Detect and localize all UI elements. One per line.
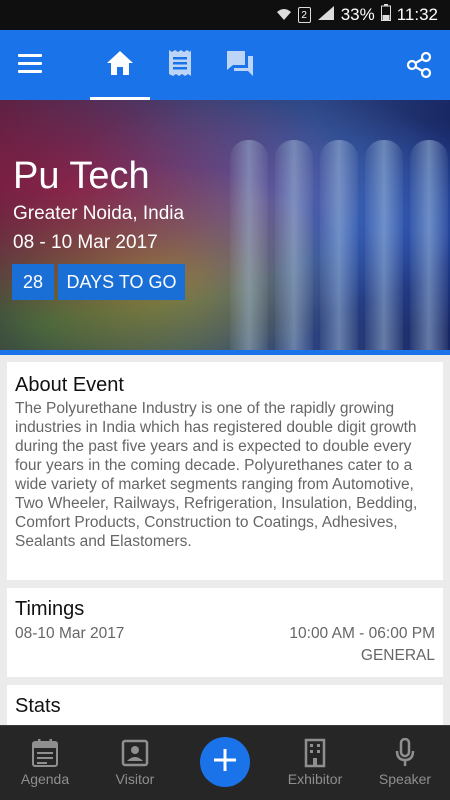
nav-exhibitor[interactable]: Exhibitor — [275, 726, 355, 800]
stats-card: Stats — [7, 685, 443, 725]
timings-card: Timings 08-10 Mar 2017 10:00 AM - 06:00 … — [7, 588, 443, 677]
menu-icon[interactable] — [18, 54, 42, 74]
nav-agenda[interactable]: Agenda — [5, 726, 85, 800]
battery-icon — [380, 4, 391, 26]
event-title: Pu Tech — [13, 155, 150, 197]
status-bar: 2 33% 11:32 — [0, 0, 450, 30]
person-badge-icon — [121, 738, 149, 768]
event-banner: Pu Tech Greater Noida, India 08 - 10 Mar… — [0, 100, 450, 350]
days-to-go-label: DAYS TO GO — [58, 264, 185, 300]
nav-speaker-label: Speaker — [378, 771, 432, 787]
bottom-nav: Agenda Visitor Exhibitor Speaker — [0, 725, 450, 800]
sim-icon: 2 — [297, 7, 311, 23]
tab-info[interactable] — [150, 30, 210, 100]
forum-icon — [225, 49, 255, 82]
nav-visitor[interactable]: Visitor — [95, 726, 175, 800]
about-event-card: About Event The Polyurethane Industry is… — [7, 362, 443, 580]
plus-icon — [212, 747, 238, 778]
wifi-icon — [276, 7, 292, 24]
battery-percent: 33% — [340, 5, 375, 24]
tab-chat[interactable] — [210, 30, 270, 100]
app-bar — [0, 30, 450, 100]
about-text: The Polyurethane Industry is one of the … — [15, 400, 418, 550]
days-count-badge: 28 — [12, 264, 54, 300]
timings-type: GENERAL — [360, 647, 435, 664]
nav-exhibitor-label: Exhibitor — [287, 771, 343, 787]
stats-heading: Stats — [15, 695, 61, 717]
banner-divider — [0, 350, 450, 355]
nav-agenda-label: Agenda — [20, 771, 70, 787]
timings-time: 10:00 AM - 06:00 PM — [289, 625, 435, 642]
add-button[interactable] — [200, 737, 250, 787]
event-location: Greater Noida, India — [13, 203, 185, 224]
tab-home[interactable] — [90, 30, 150, 100]
timings-heading: Timings — [15, 598, 85, 620]
signal-icon — [317, 5, 335, 26]
share-icon[interactable] — [402, 50, 436, 80]
calendar-icon — [31, 738, 59, 768]
home-icon — [106, 50, 134, 81]
event-dates: 08 - 10 Mar 2017 — [13, 232, 158, 253]
nav-visitor-label: Visitor — [115, 771, 155, 787]
building-icon — [304, 738, 326, 768]
microphone-icon — [394, 738, 416, 768]
nav-speaker[interactable]: Speaker — [365, 726, 445, 800]
receipt-icon — [168, 49, 192, 82]
about-heading: About Event — [15, 374, 124, 396]
timings-date: 08-10 Mar 2017 — [15, 625, 125, 642]
clock: 11:32 — [396, 5, 438, 24]
